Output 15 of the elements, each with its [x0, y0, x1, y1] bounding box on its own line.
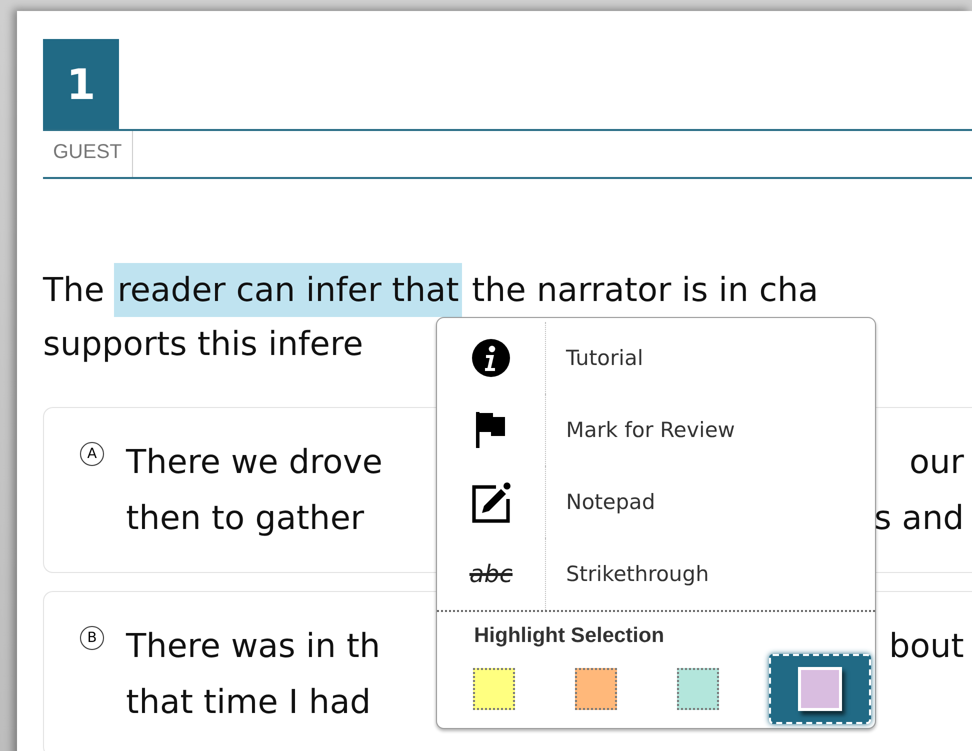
option-text: then to gather [126, 497, 364, 539]
user-label: GUEST [43, 131, 133, 177]
option-text: There we drove [126, 441, 383, 483]
option-text: There was in th [126, 625, 380, 667]
option-text: bout [889, 625, 964, 667]
question-text: the narrator is in cha [472, 269, 818, 311]
strikethrough-icon: abc [469, 560, 513, 588]
question-text: The [43, 269, 104, 311]
option-text: s and [874, 497, 964, 539]
highlighted-text: reader can infer that [114, 263, 462, 317]
highlight-heading: Highlight Selection [473, 623, 666, 648]
question-number: 1 [43, 39, 119, 129]
option-text: our [909, 441, 964, 483]
option-text: that time I had [126, 681, 371, 723]
question-text: supports this infere [43, 323, 364, 365]
